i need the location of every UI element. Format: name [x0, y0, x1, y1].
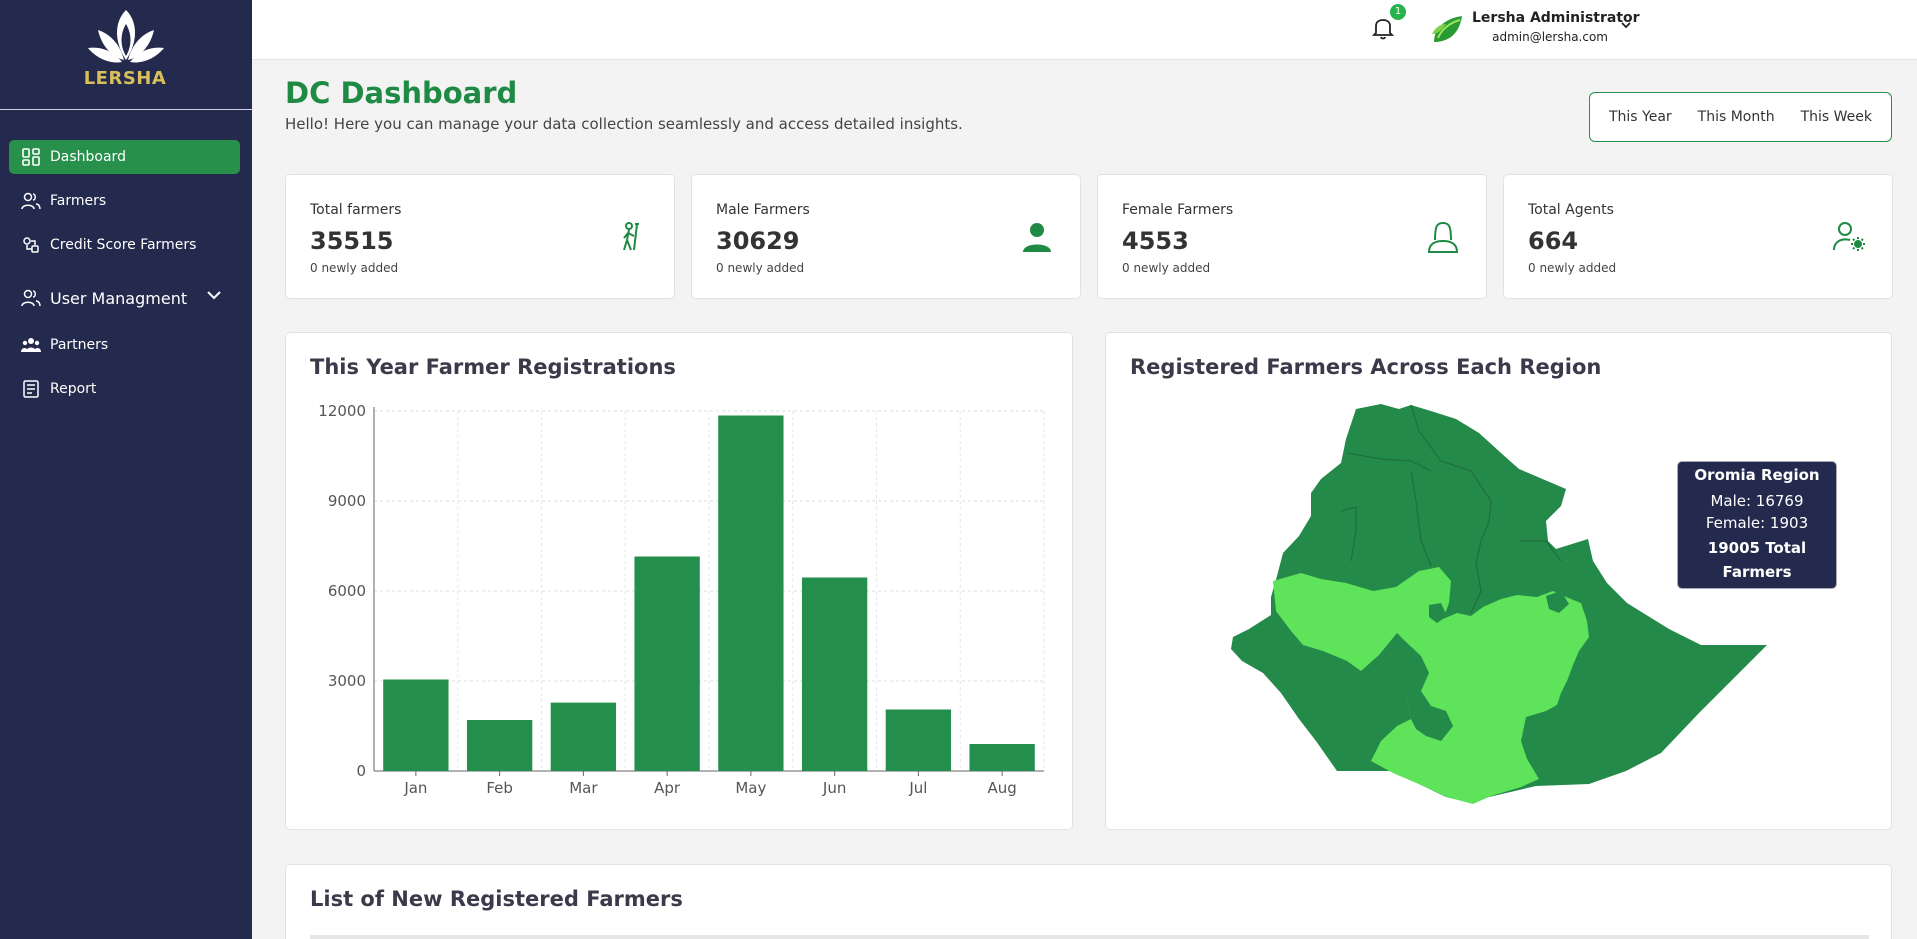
user-name[interactable]: Lersha Administrator [1472, 10, 1640, 26]
new-farmers-list-panel: List of New Registered Farmers [285, 864, 1892, 939]
tooltip-male: Male: 16769 [1710, 492, 1804, 510]
brand-name: LERSHA [83, 68, 167, 89]
stat-card-total-agents: Total Agents 664 0 newly added [1503, 174, 1893, 299]
chevron-down-icon[interactable] [1620, 20, 1632, 30]
bar-jun[interactable] [801, 577, 868, 772]
users-icon [21, 191, 41, 211]
chevron-down-icon[interactable] [206, 289, 222, 301]
sidebar-item-label: Dashboard [50, 149, 126, 165]
tooltip-title: Oromia Region [1694, 466, 1820, 484]
bar-jul[interactable] [885, 709, 952, 772]
lotus-logo-icon [88, 10, 164, 63]
y-tick-label: 6000 [328, 582, 366, 600]
stat-value: 664 [1528, 227, 1579, 255]
top-bar [252, 0, 1917, 60]
sidebar-item-label: User Managment [50, 288, 188, 308]
sidebar-item-label: Report [50, 381, 97, 397]
x-tick-label: Jun [822, 779, 846, 797]
this-week-button[interactable]: This Week [1801, 109, 1872, 125]
table-header-bar [310, 935, 1869, 939]
user-email: admin@lersha.com [1492, 30, 1608, 44]
stat-value: 35515 [310, 227, 394, 255]
stat-sub: 0 newly added [1528, 261, 1617, 275]
sidebar-item-dashboard[interactable]: Dashboard [9, 140, 240, 174]
sidebar-item-report[interactable]: Report [9, 372, 240, 406]
report-icon [21, 379, 41, 399]
bell-icon[interactable] [1370, 15, 1396, 41]
x-tick-label: Mar [569, 779, 598, 797]
sidebar-item-label: Partners [50, 337, 109, 353]
x-tick-label: May [735, 779, 766, 797]
brand-logo[interactable]: LERSHA [0, 0, 252, 110]
y-tick-label: 3000 [328, 672, 366, 690]
x-tick-label: Feb [486, 779, 513, 797]
stat-value: 30629 [716, 227, 800, 255]
sidebar-item-credit-score-farmers[interactable]: Credit Score Farmers [9, 228, 240, 262]
stat-card-total-farmers: Total farmers 35515 0 newly added [285, 174, 675, 299]
stat-sub: 0 newly added [310, 261, 399, 275]
farmer-icon [623, 222, 639, 251]
bar-feb[interactable] [466, 720, 533, 771]
tooltip-female: Female: 1903 [1705, 514, 1809, 532]
bar-aug[interactable] [969, 744, 1035, 771]
this-month-button[interactable]: This Month [1698, 109, 1775, 125]
bar-mar[interactable] [550, 702, 617, 771]
page-subtitle: Hello! Here you can manage your data col… [285, 115, 963, 133]
sidebar-item-farmers[interactable]: Farmers [9, 184, 240, 218]
stat-label: Total Agents [1528, 202, 1614, 218]
stat-card-male-farmers: Male Farmers 30629 0 newly added [691, 174, 1081, 299]
panel-title: List of New Registered Farmers [310, 887, 683, 911]
x-tick-label: Apr [654, 779, 681, 797]
date-range-selector: This Year This Month This Week [1589, 92, 1892, 142]
x-tick-label: Aug [987, 779, 1016, 797]
credit-score-icon [21, 235, 41, 255]
region-tooltip: Oromia Region Male: 16769 Female: 1903 1… [1677, 461, 1837, 589]
stat-sub: 0 newly added [1122, 261, 1211, 275]
registrations-bar-chart: 0 3000 6000 9000 12000 Jan Feb Mar Apr May Jun Jul A… [318, 402, 1045, 797]
dashboard-icon [21, 147, 41, 167]
female-user-icon [1427, 221, 1459, 253]
bar-may[interactable] [718, 415, 784, 772]
bar-jan[interactable] [383, 679, 449, 772]
tooltip-total-line1: 19005 Total [1707, 539, 1807, 557]
stat-label: Total farmers [310, 202, 402, 218]
stat-card-female-farmers: Female Farmers 4553 0 newly added [1097, 174, 1487, 299]
x-tick-label: Jul [908, 779, 927, 797]
stat-label: Female Farmers [1122, 202, 1234, 218]
x-tick-label: Jan [403, 779, 427, 797]
user-settings-icon [1833, 222, 1865, 251]
avatar[interactable] [1430, 12, 1466, 46]
registrations-panel: This Year Farmer Registrations 0 3000 6000… [285, 332, 1073, 830]
y-tick-label: 9000 [328, 492, 366, 510]
male-user-icon [1023, 223, 1051, 252]
tooltip-total-line2: Farmers [1722, 563, 1792, 581]
y-tick-label: 0 [356, 762, 366, 780]
bar-apr[interactable] [634, 556, 700, 772]
sidebar-item-label: Credit Score Farmers [50, 237, 197, 253]
sidebar-item-user-managment[interactable]: User Managment [9, 281, 240, 315]
stat-sub: 0 newly added [716, 261, 805, 275]
page-title: DC Dashboard [285, 76, 518, 110]
stat-value: 4553 [1122, 227, 1189, 255]
stat-label: Male Farmers [716, 202, 810, 218]
this-year-button[interactable]: This Year [1609, 109, 1672, 125]
sidebar-item-partners[interactable]: Partners [9, 328, 240, 362]
partners-icon [21, 335, 41, 355]
sidebar: LERSHA Dashboard Farmers Credit Score Fa… [0, 0, 252, 939]
y-tick-label: 12000 [318, 402, 366, 420]
notification-badge: 1 [1390, 4, 1406, 20]
sidebar-item-label: Farmers [50, 193, 107, 209]
user-management-icon [21, 288, 41, 308]
